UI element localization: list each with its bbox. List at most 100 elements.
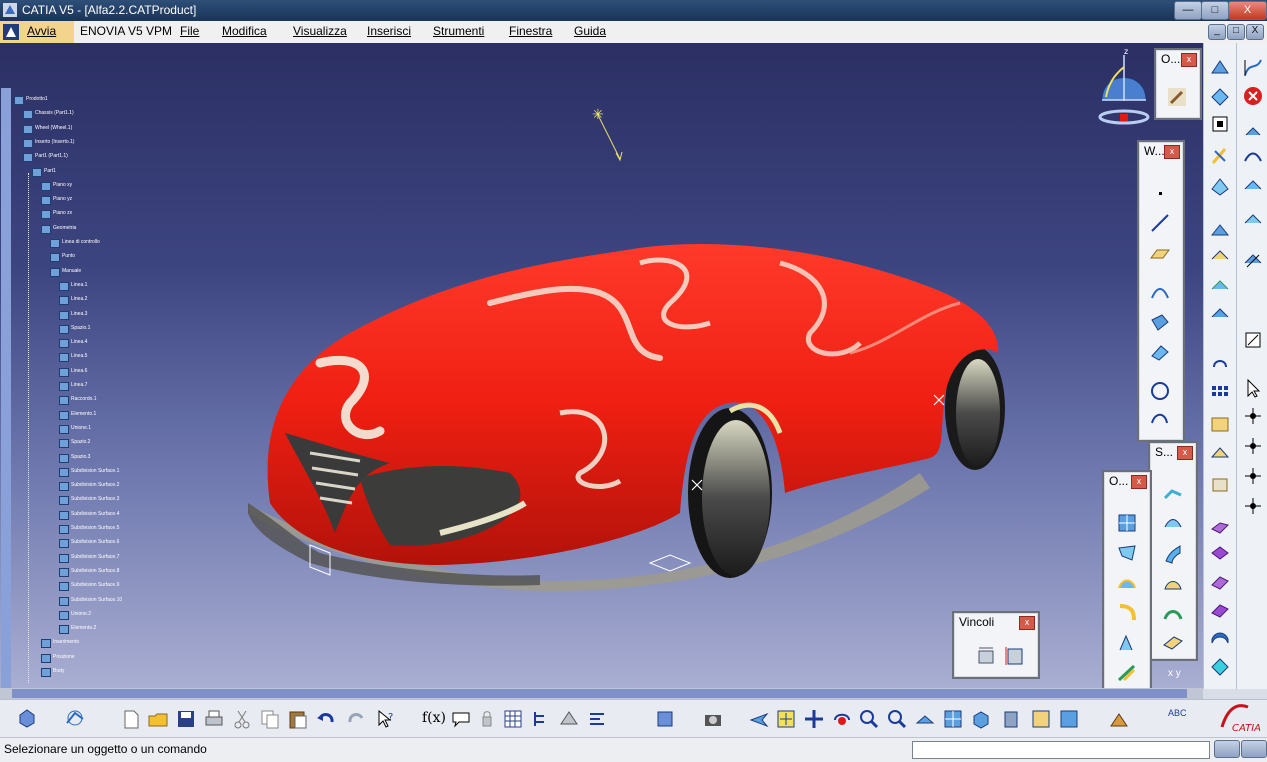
tree-node-icon[interactable] [41, 224, 51, 234]
tree-node-icon[interactable] [59, 539, 69, 549]
tree-node-icon[interactable] [59, 310, 69, 320]
axis-system-icon[interactable] [1242, 123, 1264, 145]
copy-icon[interactable] [259, 708, 281, 730]
tree-node-label[interactable]: Wheel (Wheel.1) [35, 125, 72, 131]
inner-minimize-button[interactable]: _ [1208, 24, 1226, 40]
minimize-button[interactable]: — [1174, 1, 1202, 20]
knowledge-icon[interactable] [1209, 443, 1231, 465]
solid-shaft-icon[interactable] [1209, 571, 1231, 593]
comment-icon[interactable] [450, 708, 472, 730]
pan-icon[interactable] [803, 708, 825, 730]
tree-node-icon[interactable] [23, 153, 33, 163]
tree-node-icon[interactable] [59, 482, 69, 492]
tree-node-label[interactable]: Part1 [44, 168, 56, 174]
tree-node-icon[interactable] [59, 324, 69, 334]
toolbar-vincoli-close-icon[interactable]: x [1019, 616, 1035, 630]
reorder-icon[interactable] [586, 708, 608, 730]
tree-node-icon[interactable] [59, 439, 69, 449]
iso-view-icon[interactable] [970, 708, 992, 730]
swap-axis-icon[interactable] [1209, 353, 1231, 375]
tree-node-icon[interactable] [59, 281, 69, 291]
tree-node-icon[interactable] [50, 239, 60, 248]
product-icon[interactable] [16, 707, 38, 729]
tree-node-icon[interactable] [41, 653, 51, 663]
tree-node-label[interactable]: Piano zx [53, 210, 72, 216]
toolbar-surfaces-close-icon[interactable]: x [1177, 446, 1193, 460]
tangent-icon[interactable] [1242, 147, 1264, 169]
tree-node-icon[interactable] [59, 510, 69, 520]
tree-node-label[interactable]: Elemento.2 [71, 625, 96, 631]
tree-node-label[interactable]: Chassis (Part1.1) [35, 110, 74, 116]
tree-node-icon[interactable] [59, 553, 69, 563]
print-icon[interactable] [203, 708, 225, 730]
paste-icon[interactable] [287, 708, 309, 730]
reflect-lines-icon[interactable] [1242, 175, 1264, 197]
car-model[interactable] [240, 193, 1020, 603]
toolbar-operations-close-icon[interactable]: x [1131, 475, 1147, 489]
sweep-surface-icon[interactable] [1162, 543, 1184, 565]
normal-view-icon[interactable] [914, 708, 936, 730]
fly-mode-icon[interactable] [748, 708, 770, 730]
object-tool-icon[interactable] [1166, 86, 1188, 108]
tree-node-icon[interactable] [59, 467, 69, 477]
zoom-in-icon[interactable] [858, 708, 880, 730]
toolbar-surfaces[interactable]: S... x [1148, 441, 1198, 661]
loft-surface-icon[interactable] [1162, 603, 1184, 625]
new-file-icon[interactable] [120, 708, 142, 730]
node-icon[interactable] [1242, 405, 1264, 427]
right-toolbar-1[interactable] [1203, 43, 1236, 689]
tree-node-label[interactable]: Punto [62, 253, 75, 259]
status-button-2[interactable] [1241, 740, 1267, 758]
swap-visible-space-icon[interactable] [1058, 708, 1080, 730]
fillet-icon[interactable] [1116, 602, 1138, 624]
menu-visualizza[interactable]: Visualizza [293, 24, 347, 38]
tree-node-label[interactable]: Part1 (Part1.1) [35, 153, 68, 159]
tree-node-icon[interactable] [50, 253, 60, 263]
draft-analysis-icon[interactable] [1242, 209, 1264, 231]
analysis-icon[interactable] [1209, 473, 1231, 495]
fill-surface-icon[interactable] [1162, 573, 1184, 595]
help-icon[interactable]: ? [375, 708, 397, 730]
catia-app-icon[interactable] [3, 3, 17, 17]
pocket-icon[interactable] [1209, 85, 1231, 107]
multi-result-icon[interactable] [1209, 305, 1231, 327]
open-file-icon[interactable] [147, 708, 169, 730]
tree-node-icon[interactable] [23, 124, 33, 134]
multi-view-icon[interactable] [942, 708, 964, 730]
menu-inserisci[interactable]: Inserisci [367, 24, 411, 38]
tree-node-label[interactable]: Subdivision Surface.2 [71, 482, 119, 488]
tree-node-icon[interactable] [59, 496, 69, 506]
tree-node-label[interactable]: Inserimento [53, 639, 79, 645]
tree-node-icon[interactable] [59, 610, 69, 620]
menu-finestra[interactable]: Finestra [509, 24, 552, 38]
tree-node-label[interactable]: Geometria [53, 225, 76, 231]
plane-tool-icon[interactable] [1209, 219, 1231, 241]
extrude-surface-icon[interactable] [1162, 483, 1184, 505]
transformation-icon[interactable] [1116, 632, 1138, 654]
split-icon[interactable] [1116, 542, 1138, 564]
close-button[interactable]: X [1228, 1, 1267, 20]
tree-node-label[interactable]: Piano xy [53, 182, 72, 188]
command-input[interactable] [912, 741, 1210, 759]
offset-tool-icon[interactable] [1209, 247, 1231, 269]
horizontal-scroll-thumb[interactable] [12, 689, 1187, 698]
menu-avvia[interactable]: Avvia [27, 24, 56, 38]
menu-guida[interactable]: Guida [574, 24, 606, 38]
tree-node-label[interactable]: Unione.1 [71, 425, 91, 431]
solid-pocket-icon[interactable] [1209, 543, 1231, 565]
toolbar-wireframe-close-icon[interactable]: x [1164, 145, 1180, 159]
curve-analysis-icon[interactable] [1242, 57, 1264, 79]
workbench-icon[interactable] [3, 24, 19, 40]
tree-structure-icon[interactable] [530, 708, 552, 730]
undo-icon[interactable] [315, 708, 337, 730]
tree-node-icon[interactable] [59, 525, 69, 534]
render-style-icon[interactable] [1000, 708, 1022, 730]
inner-maximize-button[interactable]: □ [1227, 24, 1245, 40]
line-icon[interactable] [1149, 212, 1171, 234]
wireframe-workbench-icon[interactable] [64, 707, 86, 729]
cancel-icon[interactable] [1242, 85, 1264, 107]
hide-show-icon[interactable] [1030, 708, 1052, 730]
join-icon[interactable] [1116, 512, 1138, 534]
tree-node-icon[interactable] [59, 582, 69, 592]
edge-icon[interactable] [1242, 495, 1264, 517]
